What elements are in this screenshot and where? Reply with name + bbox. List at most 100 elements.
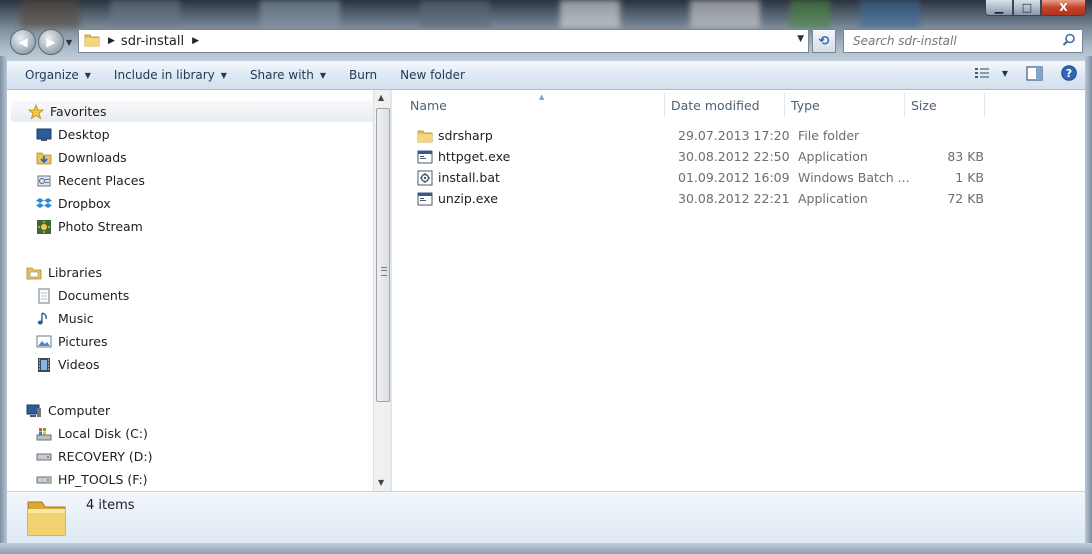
close-button[interactable]: X: [1041, 0, 1086, 16]
nav-item-videos[interactable]: Videos: [7, 354, 100, 375]
file-row[interactable]: sdrsharp 29.07.2013 17:20 File folder: [399, 125, 1085, 146]
window-frame-right: [1085, 56, 1092, 546]
nav-item-recent-places[interactable]: Recent Places: [7, 170, 145, 191]
blurred-taskbar-thumbnail: [260, 0, 340, 28]
svg-text:?: ?: [1066, 67, 1072, 80]
column-header-label: Name: [410, 97, 447, 113]
recent-pages-dropdown[interactable]: ▼: [66, 38, 74, 47]
folder-icon: [25, 494, 69, 541]
help-button[interactable]: ?: [1061, 65, 1077, 81]
organize-label: Organize: [25, 68, 79, 82]
file-date: 01.09.2012 16:09: [678, 170, 790, 185]
scrollbar-thumb[interactable]: [376, 108, 390, 402]
burn-button[interactable]: Burn: [335, 61, 386, 89]
file-size: 83 KB: [947, 149, 984, 164]
column-header-label: Date modified: [671, 97, 760, 113]
share-with-label: Share with: [249, 68, 314, 82]
file-row[interactable]: unzip.exe 30.08.2012 22:21 Application 7…: [399, 188, 1085, 209]
file-row[interactable]: install.bat 01.09.2012 16:09 Windows Bat…: [399, 167, 1085, 188]
chevron-down-icon[interactable]: ▼: [1002, 69, 1008, 78]
pictures-icon: [36, 334, 52, 350]
drive-icon: [36, 472, 52, 488]
nav-item-downloads[interactable]: Downloads: [7, 147, 127, 168]
nav-favorites-label: Favorites: [50, 104, 107, 119]
chevron-down-icon: ▼: [84, 70, 91, 80]
include-in-library-menu[interactable]: Include in library ▼: [100, 61, 236, 89]
blurred-taskbar-thumbnail: [420, 0, 490, 28]
nav-computer[interactable]: Computer: [7, 400, 110, 421]
nav-item-label: Desktop: [58, 127, 110, 142]
column-header-size[interactable]: Size: [905, 93, 985, 117]
nav-libraries-label: Libraries: [48, 265, 102, 280]
pane-splitter[interactable]: [390, 90, 392, 491]
address-dropdown-icon[interactable]: ▼: [797, 34, 804, 44]
system-drive-icon: [36, 426, 52, 442]
back-button[interactable]: ◀: [10, 29, 36, 55]
file-type: Application: [798, 191, 868, 206]
file-row[interactable]: httpget.exe 30.08.2012 22:50 Application…: [399, 146, 1085, 167]
navigation-scrollbar[interactable]: ▲ ▼: [373, 90, 391, 491]
scroll-up-arrow-icon[interactable]: ▲: [378, 93, 384, 102]
change-view-button[interactable]: [974, 66, 990, 80]
nav-item-label: RECOVERY (D:): [58, 449, 153, 464]
nav-item-label: Local Disk (C:): [58, 426, 148, 441]
file-date: 30.08.2012 22:50: [678, 149, 790, 164]
nav-item-music[interactable]: Music: [7, 308, 94, 329]
nav-item-pictures[interactable]: Pictures: [7, 331, 108, 352]
address-bar[interactable]: ▶ sdr-install ▶ ▼: [78, 29, 809, 53]
preview-pane-button[interactable]: [1026, 65, 1043, 81]
share-with-menu[interactable]: Share with ▼: [236, 61, 335, 89]
nav-item-dropbox[interactable]: Dropbox: [7, 193, 111, 214]
chevron-down-icon: ▼: [319, 70, 326, 80]
nav-item-recovery-d[interactable]: RECOVERY (D:): [7, 446, 152, 467]
nav-item-label: Music: [58, 311, 94, 326]
refresh-button[interactable]: ⟲: [812, 29, 836, 53]
nav-libraries[interactable]: Libraries: [7, 262, 102, 283]
breadcrumb-item[interactable]: sdr-install: [121, 34, 184, 49]
search-box[interactable]: [843, 29, 1083, 53]
organize-menu[interactable]: Organize ▼: [7, 61, 100, 89]
search-input[interactable]: [851, 33, 1060, 49]
forward-button[interactable]: ▶: [38, 29, 64, 55]
nav-item-photo-stream[interactable]: Photo Stream: [7, 216, 143, 237]
nav-item-label: HP_TOOLS (F:): [58, 472, 148, 487]
chevron-down-icon: ▼: [220, 70, 227, 80]
window-frame-bottom: [0, 543, 1092, 554]
column-header-name[interactable]: Name ▲: [404, 93, 665, 117]
nav-item-documents[interactable]: Documents: [7, 285, 129, 306]
nav-item-hp-tools-f[interactable]: HP_TOOLS (F:): [7, 469, 148, 490]
nav-item-label: Documents: [58, 288, 130, 303]
dropbox-icon: [36, 196, 52, 212]
window-frame-left: [0, 56, 7, 546]
nav-item-label: Videos: [58, 357, 100, 372]
blurred-taskbar-thumbnail: [560, 0, 620, 28]
file-name: unzip.exe: [438, 191, 498, 206]
help-icon: ?: [1061, 65, 1077, 81]
minimize-button[interactable]: ▁: [985, 0, 1013, 16]
nav-item-local-disk-c[interactable]: Local Disk (C:): [7, 423, 148, 444]
libraries-icon: [26, 265, 42, 281]
new-folder-button[interactable]: New folder: [386, 61, 474, 89]
nav-favorites[interactable]: Favorites: [11, 101, 388, 122]
nav-item-desktop[interactable]: Desktop: [7, 124, 110, 145]
breadcrumb-separator-icon[interactable]: ▶: [108, 36, 115, 46]
file-size: 72 KB: [947, 191, 984, 206]
search-icon[interactable]: [1062, 33, 1076, 50]
file-size: [919, 125, 984, 146]
arrow-right-icon: ▶: [46, 35, 56, 49]
explorer-window: ▁ □ X ◀ ▶ ▼ ▶ sdr-install ▶ ▼ ⟲ Search s…: [0, 0, 1092, 554]
file-name: sdrsharp: [438, 128, 493, 143]
navigation-row: ◀ ▶ ▼ ▶ sdr-install ▶ ▼ ⟲: [0, 28, 1092, 56]
column-header-date-modified[interactable]: Date modified: [665, 93, 785, 117]
blurred-taskbar-thumbnail: [690, 0, 760, 28]
details-view-icon: [974, 68, 989, 78]
content-area: Favorites Desktop Downloads Recent Place…: [7, 90, 1085, 491]
maximize-button[interactable]: □: [1013, 0, 1041, 16]
nav-item-label: Photo Stream: [58, 219, 143, 234]
scroll-down-arrow-icon[interactable]: ▼: [378, 478, 384, 487]
column-header-label: Size: [911, 97, 937, 113]
column-header-type[interactable]: Type: [785, 93, 905, 117]
exe-icon: [417, 146, 433, 167]
caption-buttons: ▁ □ X: [985, 0, 1086, 16]
breadcrumb-separator-icon[interactable]: ▶: [192, 36, 199, 46]
